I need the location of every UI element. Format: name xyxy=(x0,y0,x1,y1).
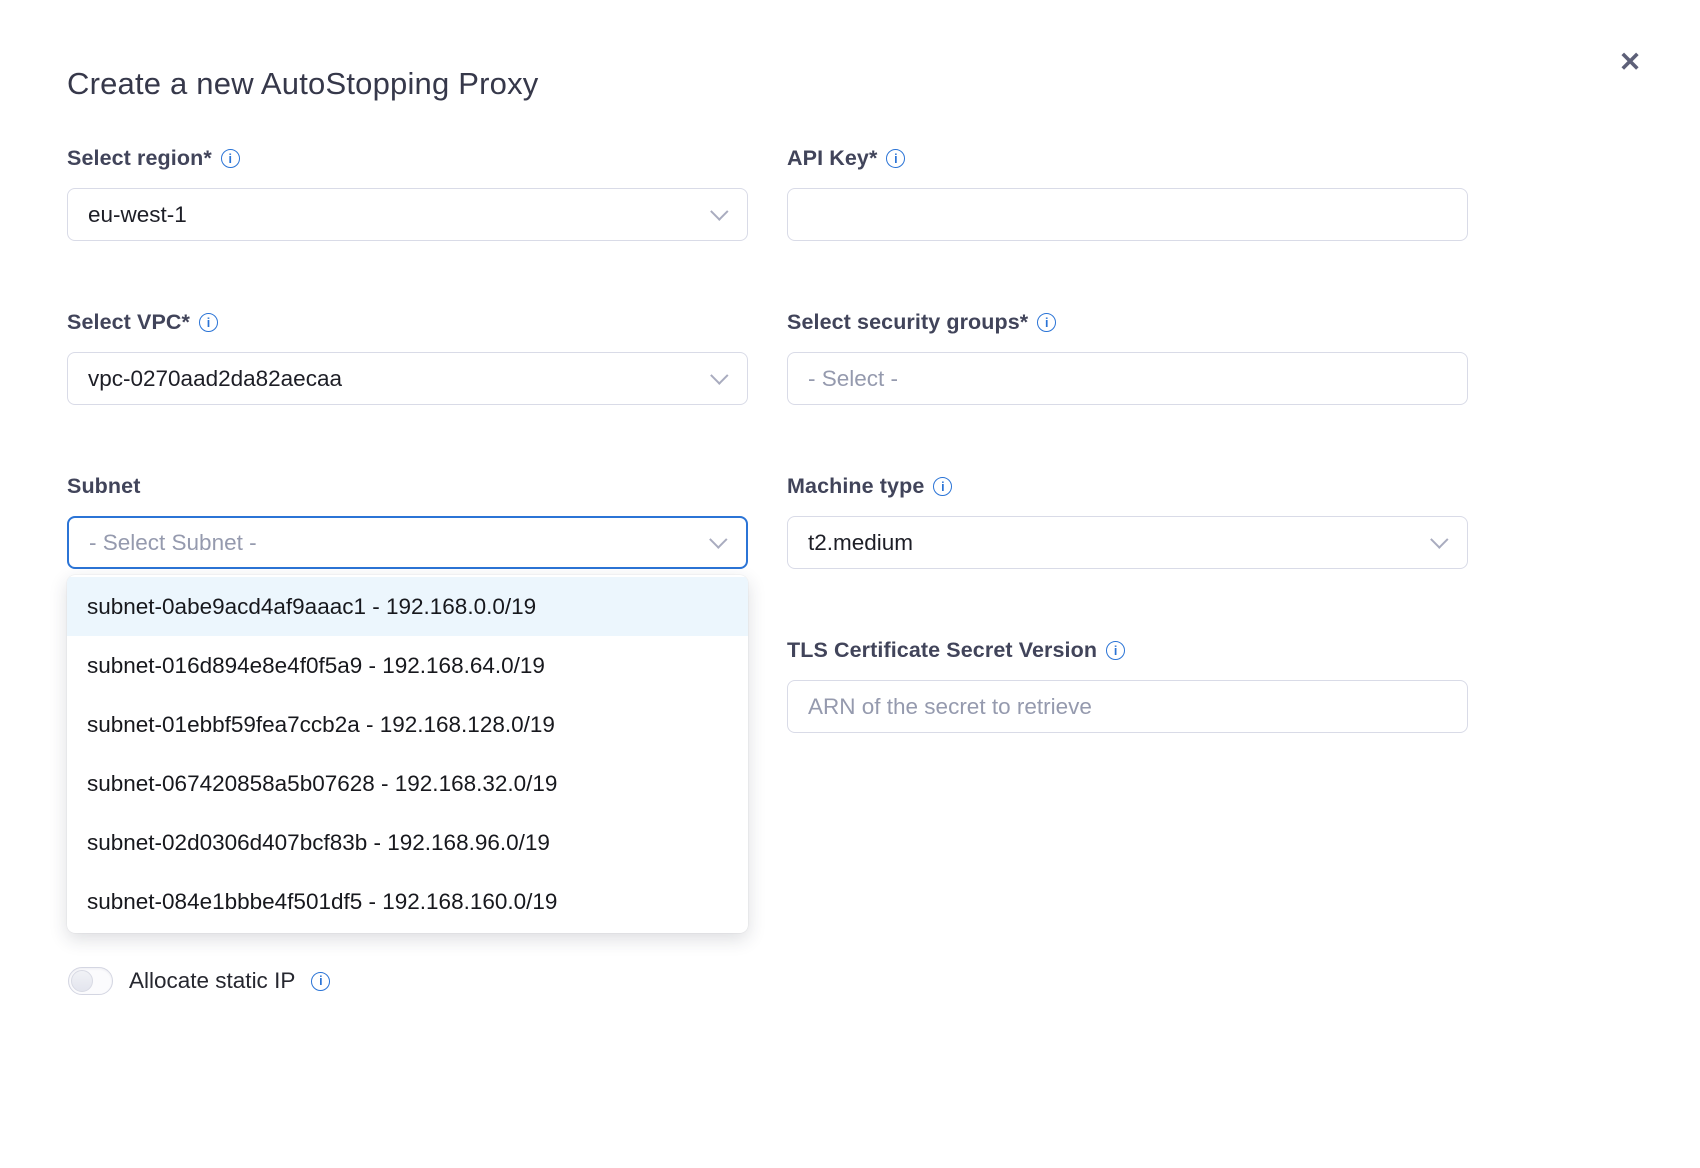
info-icon[interactable]: i xyxy=(886,149,905,168)
region-select[interactable]: eu-west-1 xyxy=(67,188,748,241)
info-icon[interactable]: i xyxy=(311,972,330,991)
api-key-input[interactable] xyxy=(787,188,1468,241)
chevron-down-icon xyxy=(710,366,728,384)
subnet-placeholder: - Select Subnet - xyxy=(89,530,709,556)
subnet-label: Subnet xyxy=(67,474,140,499)
region-label: Select region* xyxy=(67,146,212,171)
subnet-option[interactable]: subnet-02d0306d407bcf83b - 192.168.96.0/… xyxy=(67,813,748,872)
subnet-options-dropdown: subnet-0abe9acd4af9aaac1 - 192.168.0.0/1… xyxy=(67,575,748,933)
info-icon[interactable]: i xyxy=(221,149,240,168)
info-icon[interactable]: i xyxy=(1037,313,1056,332)
chevron-down-icon xyxy=(709,530,727,548)
security-groups-field: Select security groups* i - Select - xyxy=(787,310,1468,405)
machine-type-field: Machine type i t2.medium xyxy=(787,474,1468,569)
subnet-option[interactable]: subnet-067420858a5b07628 - 192.168.32.0/… xyxy=(67,754,748,813)
machine-type-label: Machine type xyxy=(787,474,924,499)
chevron-down-icon xyxy=(1430,530,1448,548)
info-icon[interactable]: i xyxy=(1106,641,1125,660)
toggle-knob xyxy=(71,970,93,992)
info-icon[interactable]: i xyxy=(199,313,218,332)
allocate-static-ip-row: Allocate static IP i xyxy=(68,967,330,995)
close-icon[interactable]: ✕ xyxy=(1608,40,1652,84)
allocate-static-ip-label: Allocate static IP xyxy=(129,968,295,994)
subnet-option[interactable]: subnet-016d894e8e4f0f5a9 - 192.168.64.0/… xyxy=(67,636,748,695)
page-title: Create a new AutoStopping Proxy xyxy=(67,66,539,102)
security-groups-label: Select security groups* xyxy=(787,310,1028,335)
chevron-down-icon xyxy=(710,202,728,220)
vpc-label: Select VPC* xyxy=(67,310,190,335)
machine-type-value: t2.medium xyxy=(808,530,1430,556)
tls-secret-input[interactable] xyxy=(787,680,1468,733)
tls-secret-field: TLS Certificate Secret Version i xyxy=(787,638,1468,733)
info-icon[interactable]: i xyxy=(933,477,952,496)
machine-type-select[interactable]: t2.medium xyxy=(787,516,1468,569)
subnet-option[interactable]: subnet-084e1bbbe4f501df5 - 192.168.160.0… xyxy=(67,872,748,931)
security-groups-placeholder: - Select - xyxy=(808,366,1447,392)
subnet-option[interactable]: subnet-01ebbf59fea7ccb2a - 192.168.128.0… xyxy=(67,695,748,754)
api-key-field: API Key* i xyxy=(787,146,1468,241)
vpc-value: vpc-0270aad2da82aecaa xyxy=(88,366,710,392)
region-field: Select region* i eu-west-1 xyxy=(67,146,748,241)
vpc-select[interactable]: vpc-0270aad2da82aecaa xyxy=(67,352,748,405)
vpc-field: Select VPC* i vpc-0270aad2da82aecaa xyxy=(67,310,748,405)
region-value: eu-west-1 xyxy=(88,202,710,228)
tls-secret-label: TLS Certificate Secret Version xyxy=(787,638,1097,663)
api-key-label: API Key* xyxy=(787,146,877,171)
subnet-option[interactable]: subnet-0abe9acd4af9aaac1 - 192.168.0.0/1… xyxy=(67,577,748,636)
security-groups-select[interactable]: - Select - xyxy=(787,352,1468,405)
subnet-select[interactable]: - Select Subnet - xyxy=(67,516,748,569)
create-autostopping-proxy-dialog: Create a new AutoStopping Proxy ✕ Select… xyxy=(0,0,1700,1168)
allocate-static-ip-toggle[interactable] xyxy=(68,967,113,995)
subnet-field: Subnet - Select Subnet - xyxy=(67,474,748,569)
